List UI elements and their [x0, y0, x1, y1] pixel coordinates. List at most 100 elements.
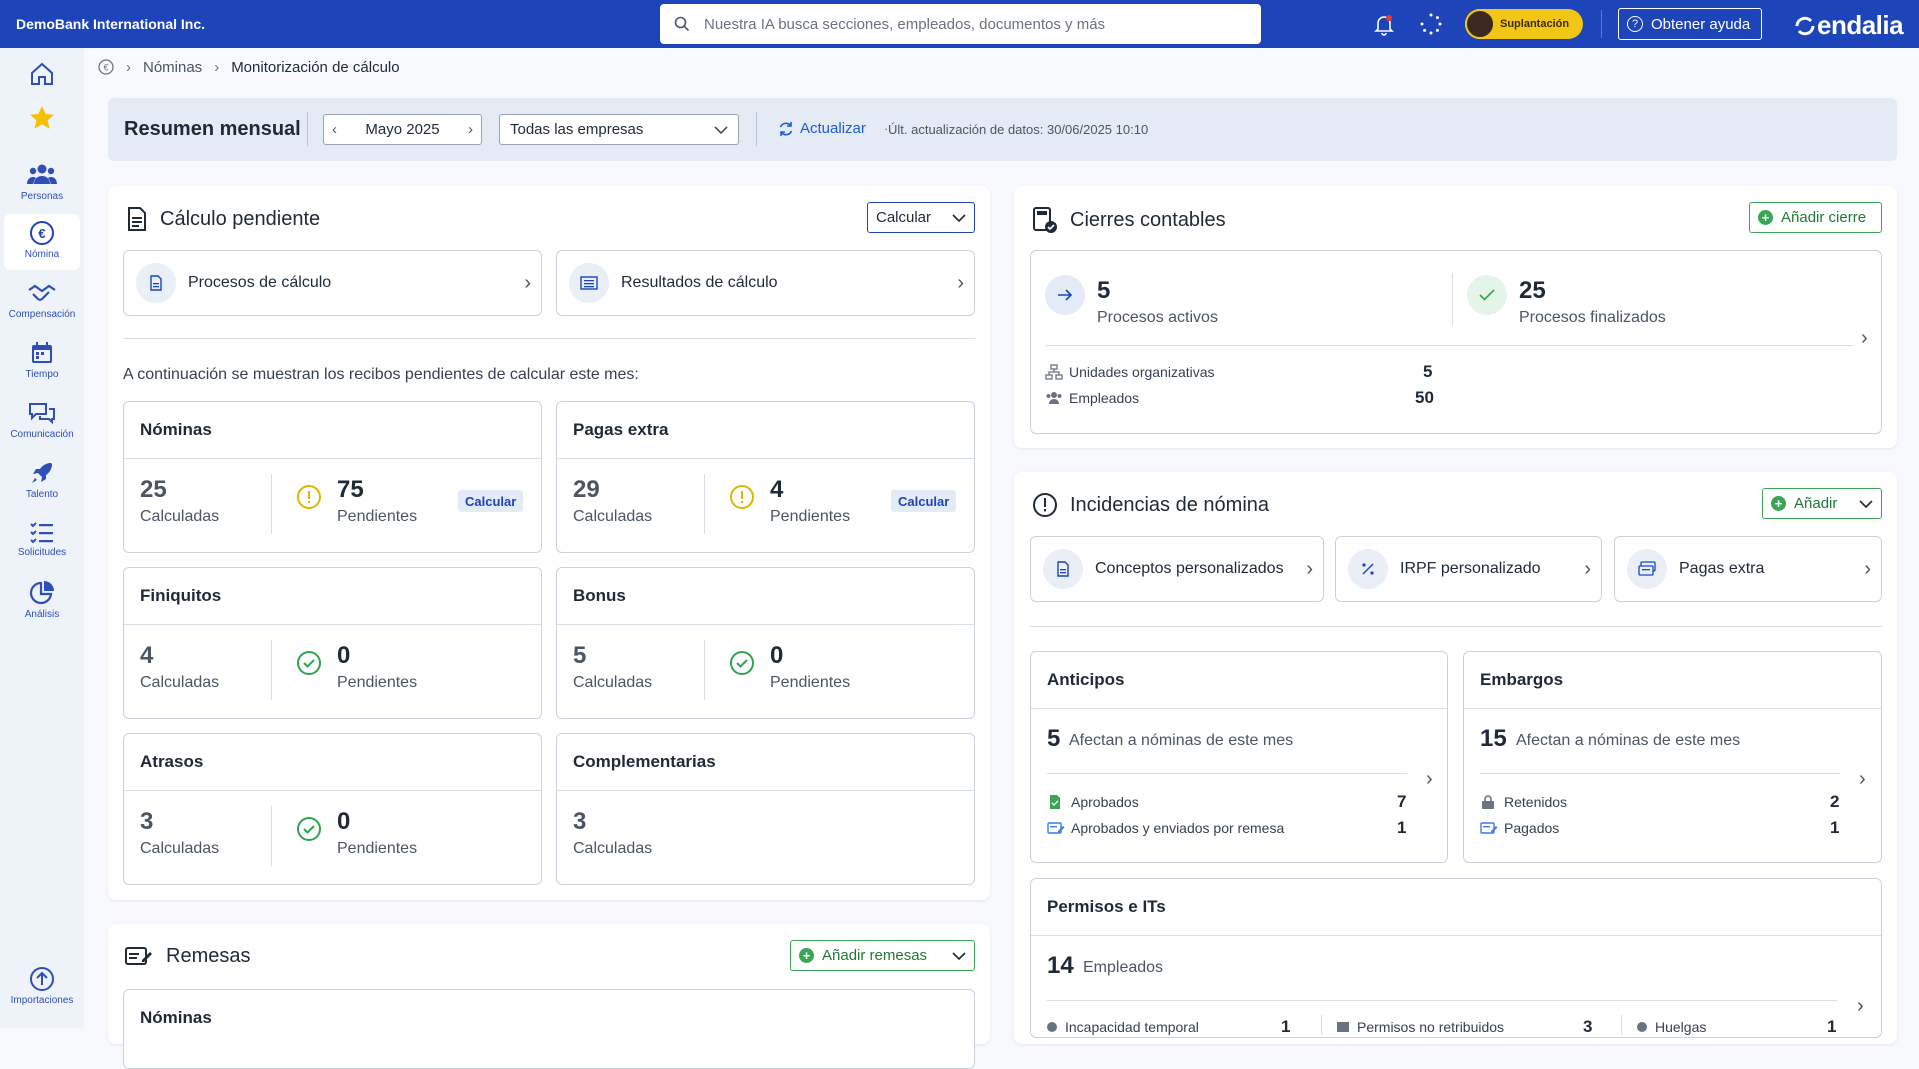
aprobados-value: 7 — [1397, 792, 1407, 811]
help-button[interactable]: ? Obtener ayuda — [1618, 8, 1762, 40]
sidebar-item-importaciones[interactable]: Importaciones — [4, 960, 80, 1016]
sidebar-item-nomina[interactable]: € Nómina — [4, 214, 80, 270]
finiquitos-box: Finiquitos 4 Calculadas 0 Pendientes — [123, 567, 542, 719]
incidencias-title-row: Incidencias de nómina — [1032, 492, 1269, 518]
people-icon — [1046, 392, 1062, 404]
org-chart-icon — [1045, 364, 1063, 380]
pending-count: 4 — [770, 476, 784, 503]
box-title: Anticipos — [1047, 670, 1125, 689]
remesas-title-row: Remesas — [124, 944, 250, 968]
euro-circle-icon[interactable]: € — [98, 59, 114, 75]
chevron-right-icon: › — [1584, 557, 1591, 580]
employees-row: Empleados — [1045, 390, 1139, 406]
box-title: Nóminas — [140, 1008, 212, 1027]
divider — [124, 624, 541, 625]
prev-month-button[interactable]: ‹ — [332, 121, 337, 138]
sidebar-label-compensacion: Compensación — [8, 309, 76, 320]
divider — [1452, 273, 1453, 325]
finished-count: 25 — [1519, 277, 1546, 304]
calculated-label: Calculadas — [140, 840, 220, 857]
breadcrumb-current: Monitorización de cálculo — [231, 58, 400, 76]
money-stack-icon — [1627, 549, 1667, 589]
bell-icon[interactable] — [1372, 12, 1396, 36]
calcular-dropdown-button[interactable]: Calcular — [867, 202, 975, 233]
anadir-cierre-button[interactable]: + Añadir cierre — [1749, 202, 1882, 233]
plus-icon: + — [799, 948, 814, 963]
anadir-remesas-button[interactable]: + Añadir remesas — [790, 940, 975, 971]
calculated-count: 3 — [140, 808, 154, 835]
permisos-desc: Empleados — [1083, 959, 1164, 976]
incapacidad-label: Incapacidad temporal — [1065, 1019, 1199, 1035]
doc-icon — [136, 263, 176, 303]
divider — [271, 806, 272, 866]
anticipos-box[interactable]: Anticipos 5 Afectan a nóminas de este me… — [1030, 651, 1448, 863]
calculated-label: Calculadas — [573, 840, 653, 857]
company-select[interactable]: Todas las empresas — [499, 114, 739, 145]
breadcrumb-nominas[interactable]: Nóminas — [143, 59, 202, 76]
pagas-extra-label: Pagas extra — [1679, 560, 1765, 577]
divider — [756, 112, 757, 146]
svg-text:€: € — [103, 63, 108, 73]
plus-icon: + — [1771, 496, 1786, 511]
chevron-right-icon: › — [1857, 995, 1864, 1017]
chevron-right-icon: › — [126, 58, 131, 76]
resultados-calculo-link[interactable]: Resultados de cálculo › — [556, 250, 975, 316]
calculated-label: Calculadas — [573, 674, 653, 691]
box-title: Finiquitos — [140, 586, 222, 605]
chat-icon — [29, 403, 55, 425]
chevron-right-icon: › — [1861, 327, 1868, 349]
divider — [1047, 1000, 1837, 1001]
sidebar-label-solicitudes: Solicitudes — [17, 547, 67, 558]
cierres-summary-box[interactable]: 5 Procesos activos 25 Procesos finalizad… — [1030, 250, 1882, 434]
calculated-count: 5 — [573, 642, 587, 669]
global-search[interactable]: Nuestra IA busca secciones, empleados, d… — [660, 4, 1261, 44]
percent-icon — [1348, 549, 1388, 589]
last-update-text: Últ. actualización de datos: 30/06/2025 … — [888, 122, 1149, 137]
avatar — [1465, 9, 1495, 39]
embargos-box[interactable]: Embargos 15 Afectan a nóminas de este me… — [1463, 651, 1882, 863]
retenidos-row: Retenidos — [1480, 794, 1567, 810]
sidebar-item-compensacion[interactable]: Compensación — [4, 276, 80, 332]
sidebar-item-favorites[interactable] — [4, 98, 80, 154]
permisos-box[interactable]: Permisos e ITs 14 Empleados Incapacidad … — [1030, 878, 1882, 1038]
aprobados-remesa-label: Aprobados y enviados por remesa — [1071, 820, 1285, 836]
cierres-title: Cierres contables — [1070, 208, 1226, 231]
divider — [271, 474, 272, 534]
conceptos-personalizados-link[interactable]: Conceptos personalizados › — [1030, 536, 1324, 602]
calcular-pagas-button[interactable]: Calcular — [891, 490, 957, 512]
anticipos-count: 5 — [1047, 725, 1061, 752]
refresh-button[interactable]: Actualizar — [778, 120, 866, 137]
sidebar-item-solicitudes[interactable]: Solicitudes — [4, 514, 80, 570]
sidebar-item-comunicacion[interactable]: Comunicación — [4, 394, 80, 450]
pending-count: 0 — [770, 642, 784, 669]
pagados-row: Pagados — [1480, 820, 1559, 836]
chevron-right-icon: › — [1426, 768, 1433, 790]
sidebar-item-talento[interactable]: Talento — [4, 454, 80, 510]
calculated-label: Calculadas — [140, 508, 220, 525]
impersonation-badge[interactable]: Suplantación — [1465, 9, 1583, 39]
pagas-extra-link[interactable]: Pagas extra › — [1614, 536, 1882, 602]
irpf-personalizado-link[interactable]: IRPF personalizado › — [1335, 536, 1602, 602]
procesos-calculo-link[interactable]: Procesos de cálculo › — [123, 250, 542, 316]
company-name[interactable]: DemoBank International Inc. — [16, 16, 656, 32]
pending-count: 0 — [337, 642, 351, 669]
sidebar-item-tiempo[interactable]: Tiempo — [4, 334, 80, 390]
divider — [1480, 773, 1840, 774]
chevron-right-icon: › — [957, 271, 964, 294]
calculated-count: 3 — [573, 808, 587, 835]
search-input[interactable]: Nuestra IA busca secciones, empleados, d… — [704, 16, 1105, 33]
sidebar-item-personas[interactable]: Personas — [4, 156, 80, 212]
sidebar-item-analisis[interactable]: Análisis — [4, 574, 80, 630]
month-value: Mayo 2025 — [365, 121, 440, 138]
retenidos-value: 2 — [1830, 792, 1840, 811]
anadir-incidencia-button[interactable]: + Añadir — [1762, 488, 1882, 519]
euro-icon: € — [30, 221, 54, 245]
calculated-count: 25 — [140, 476, 167, 503]
sidebar-label-analisis: Análisis — [24, 609, 60, 620]
month-selector: ‹ Mayo 2025 › — [323, 114, 482, 145]
next-month-button[interactable]: › — [468, 121, 473, 138]
bonus-box: Bonus 5 Calculadas 0 Pendientes — [556, 567, 975, 719]
aprobados-label: Aprobados — [1071, 794, 1139, 810]
calcular-nominas-button[interactable]: Calcular — [458, 490, 524, 512]
people-icon — [27, 164, 57, 184]
